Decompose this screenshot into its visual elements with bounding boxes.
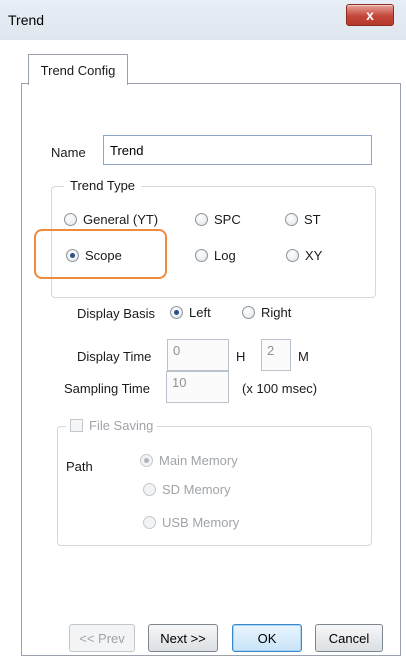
tab-label: Trend Config: [40, 62, 116, 78]
radio-spc[interactable]: SPC: [195, 212, 241, 227]
sampling-time-label: Sampling Time: [64, 381, 150, 396]
radio-label: Log: [214, 248, 236, 263]
radio-button-icon: [285, 213, 298, 226]
radio-left[interactable]: Left: [170, 305, 211, 320]
trend-type-legend: Trend Type: [64, 178, 142, 193]
radio-label: Scope: [85, 248, 122, 263]
title-bar: Trend x: [0, 0, 406, 40]
radio-label: SPC: [214, 212, 241, 227]
path-label: Path: [66, 459, 93, 474]
radio-button-icon: [170, 306, 183, 319]
radio-button-icon: [195, 249, 208, 262]
window-title: Trend: [8, 12, 45, 28]
display-time-label: Display Time: [77, 349, 152, 364]
radio-label: Left: [189, 305, 211, 320]
radio-button-icon: [242, 306, 255, 319]
display-time-hours-field[interactable]: 0: [167, 339, 229, 371]
name-label: Name: [51, 145, 86, 160]
radio-sd-memory[interactable]: SD Memory: [143, 482, 231, 497]
ok-button[interactable]: OK: [232, 624, 302, 652]
display-basis-label: Display Basis: [77, 306, 156, 321]
radio-main-memory[interactable]: Main Memory: [140, 453, 238, 468]
sampling-time-field[interactable]: 10: [166, 371, 229, 403]
radio-button-icon: [286, 249, 299, 262]
radio-xy[interactable]: XY: [286, 248, 322, 263]
radio-button-icon: [195, 213, 208, 226]
display-time-minutes-field[interactable]: 2: [261, 339, 291, 371]
radio-label: ST: [304, 212, 321, 227]
radio-log[interactable]: Log: [195, 248, 236, 263]
radio-label: SD Memory: [162, 482, 231, 497]
prev-button[interactable]: << Prev: [69, 624, 135, 652]
radio-general-yt[interactable]: General (YT): [64, 212, 158, 227]
radio-scope[interactable]: Scope: [66, 248, 122, 263]
file-saving-label: File Saving: [89, 418, 154, 433]
radio-label: Right: [261, 305, 292, 320]
next-button[interactable]: Next >>: [148, 624, 218, 652]
radio-usb-memory[interactable]: USB Memory: [143, 515, 239, 530]
checkbox-icon: [70, 419, 83, 432]
close-button[interactable]: x: [346, 4, 394, 26]
cancel-button[interactable]: Cancel: [315, 624, 383, 652]
radio-button-icon: [64, 213, 77, 226]
hours-unit: H: [236, 349, 246, 364]
radio-button-icon: [66, 249, 79, 262]
radio-label: General (YT): [83, 212, 159, 227]
tab-trend-config[interactable]: Trend Config: [28, 54, 128, 85]
radio-button-icon: [143, 483, 156, 496]
radio-label: XY: [305, 248, 323, 263]
file-saving-checkbox[interactable]: File Saving: [66, 418, 158, 433]
minutes-unit: M: [298, 349, 309, 364]
radio-right[interactable]: Right: [242, 305, 291, 320]
close-icon: x: [366, 7, 374, 23]
radio-label: Main Memory: [159, 453, 238, 468]
radio-button-icon: [143, 516, 156, 529]
radio-st[interactable]: ST: [285, 212, 321, 227]
sampling-time-unit: (x 100 msec): [242, 381, 318, 396]
radio-button-icon: [140, 454, 153, 467]
radio-label: USB Memory: [162, 515, 240, 530]
name-input[interactable]: [103, 135, 372, 165]
trend-type-group: [51, 186, 376, 298]
